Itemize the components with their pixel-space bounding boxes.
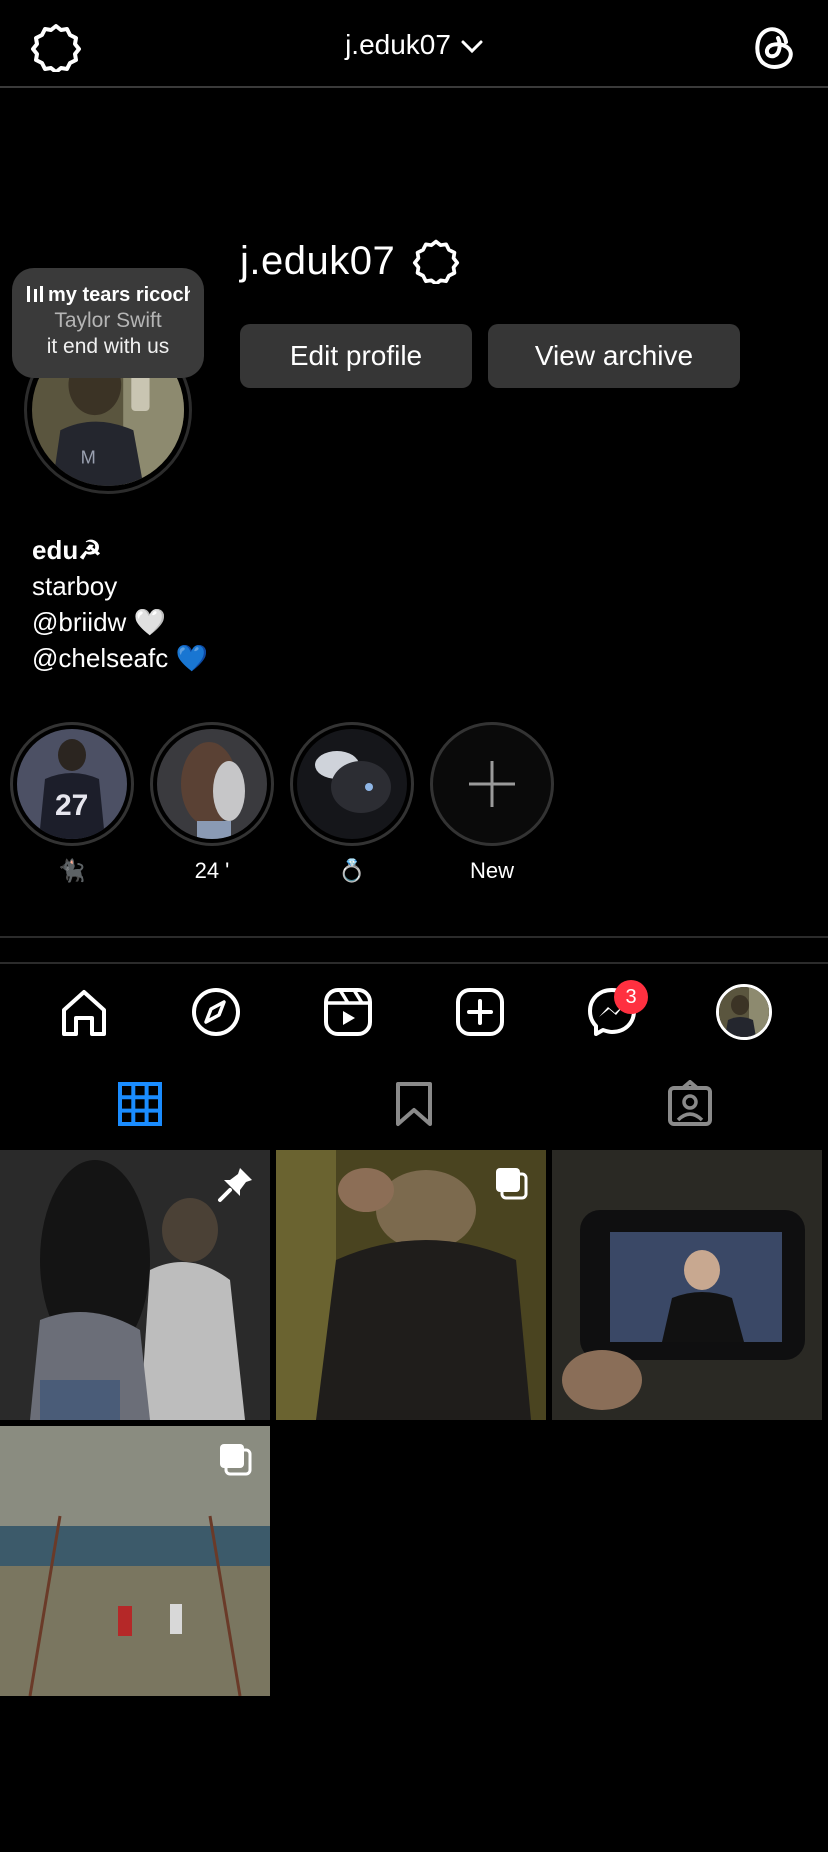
new-highlight-button[interactable]: New — [430, 722, 554, 886]
home-icon — [62, 990, 106, 1036]
tab-tagged[interactable] — [666, 1080, 714, 1128]
highlight-item[interactable]: 24 ' — [150, 722, 274, 886]
chevron-down-icon — [461, 40, 483, 54]
post-thumbnail[interactable] — [552, 1150, 822, 1420]
nav-explore-button[interactable] — [188, 984, 244, 1040]
note-text: it end with us — [46, 335, 170, 358]
post-thumbnail[interactable] — [0, 1426, 270, 1696]
pin-icon — [216, 1164, 256, 1204]
edit-profile-button[interactable]: Edit profile — [240, 324, 472, 388]
plus-square-icon — [456, 988, 504, 1036]
nav-profile-button[interactable] — [716, 984, 772, 1040]
reels-icon — [324, 988, 372, 1036]
highlight-label: 24 ' — [194, 858, 230, 883]
view-archive-button[interactable]: View archive — [488, 324, 740, 388]
tagged-person-icon — [668, 1080, 712, 1126]
bio-mention-line[interactable]: @briidw 🤍 — [32, 604, 166, 640]
note-artist: Taylor Swift — [54, 309, 162, 332]
profile-avatar-small — [719, 987, 769, 1037]
nav-create-button[interactable] — [452, 984, 508, 1040]
top-bar: j.eduk07 — [0, 0, 828, 88]
bookmark-icon — [396, 1082, 432, 1126]
post-image — [552, 1150, 822, 1420]
highlight-cover — [157, 729, 267, 839]
nav-reels-button[interactable] — [320, 984, 376, 1040]
svg-text:M: M — [81, 447, 96, 468]
divider — [0, 936, 828, 938]
carousel-icon — [492, 1164, 532, 1204]
post-thumbnail[interactable] — [0, 1150, 270, 1420]
highlight-item[interactable]: 27 🐈‍⬛ — [10, 722, 134, 886]
highlight-label: 🐈‍⬛ — [58, 858, 86, 883]
threads-icon[interactable] — [748, 20, 798, 72]
compass-icon — [192, 988, 240, 1036]
profile-username: j.eduk07 — [240, 239, 396, 283]
bio-display-name: edu☭ — [32, 535, 102, 565]
svg-text:27: 27 — [55, 789, 88, 822]
threads-badge-icon[interactable] — [412, 236, 460, 284]
post-thumbnail[interactable] — [276, 1150, 546, 1420]
tab-saved[interactable] — [390, 1080, 438, 1128]
carousel-icon — [216, 1440, 256, 1480]
highlight-label: New — [469, 858, 514, 883]
plus-icon — [469, 761, 515, 807]
account-switcher[interactable]: j.eduk07 — [0, 24, 828, 66]
bio-mention-line[interactable]: @chelseafc 💙 — [32, 640, 208, 676]
note-song: my tears ricochet — [26, 282, 190, 308]
grid-icon — [118, 1082, 162, 1126]
highlight-label: 💍 — [338, 858, 366, 883]
music-bars-icon — [26, 284, 44, 304]
note-bubble[interactable]: my tears ricochet Taylor Swift it end wi… — [12, 268, 204, 378]
divider — [0, 962, 828, 964]
tab-posts-grid[interactable] — [116, 1080, 164, 1128]
highlight-cover: 27 — [17, 729, 127, 839]
account-username: j.eduk07 — [345, 29, 451, 60]
messages-badge: 3 — [614, 980, 648, 1014]
highlight-item[interactable]: 💍 — [290, 722, 414, 886]
bio-line: starboy — [32, 571, 118, 601]
highlight-cover — [297, 729, 407, 839]
nav-home-button[interactable] — [56, 984, 112, 1040]
